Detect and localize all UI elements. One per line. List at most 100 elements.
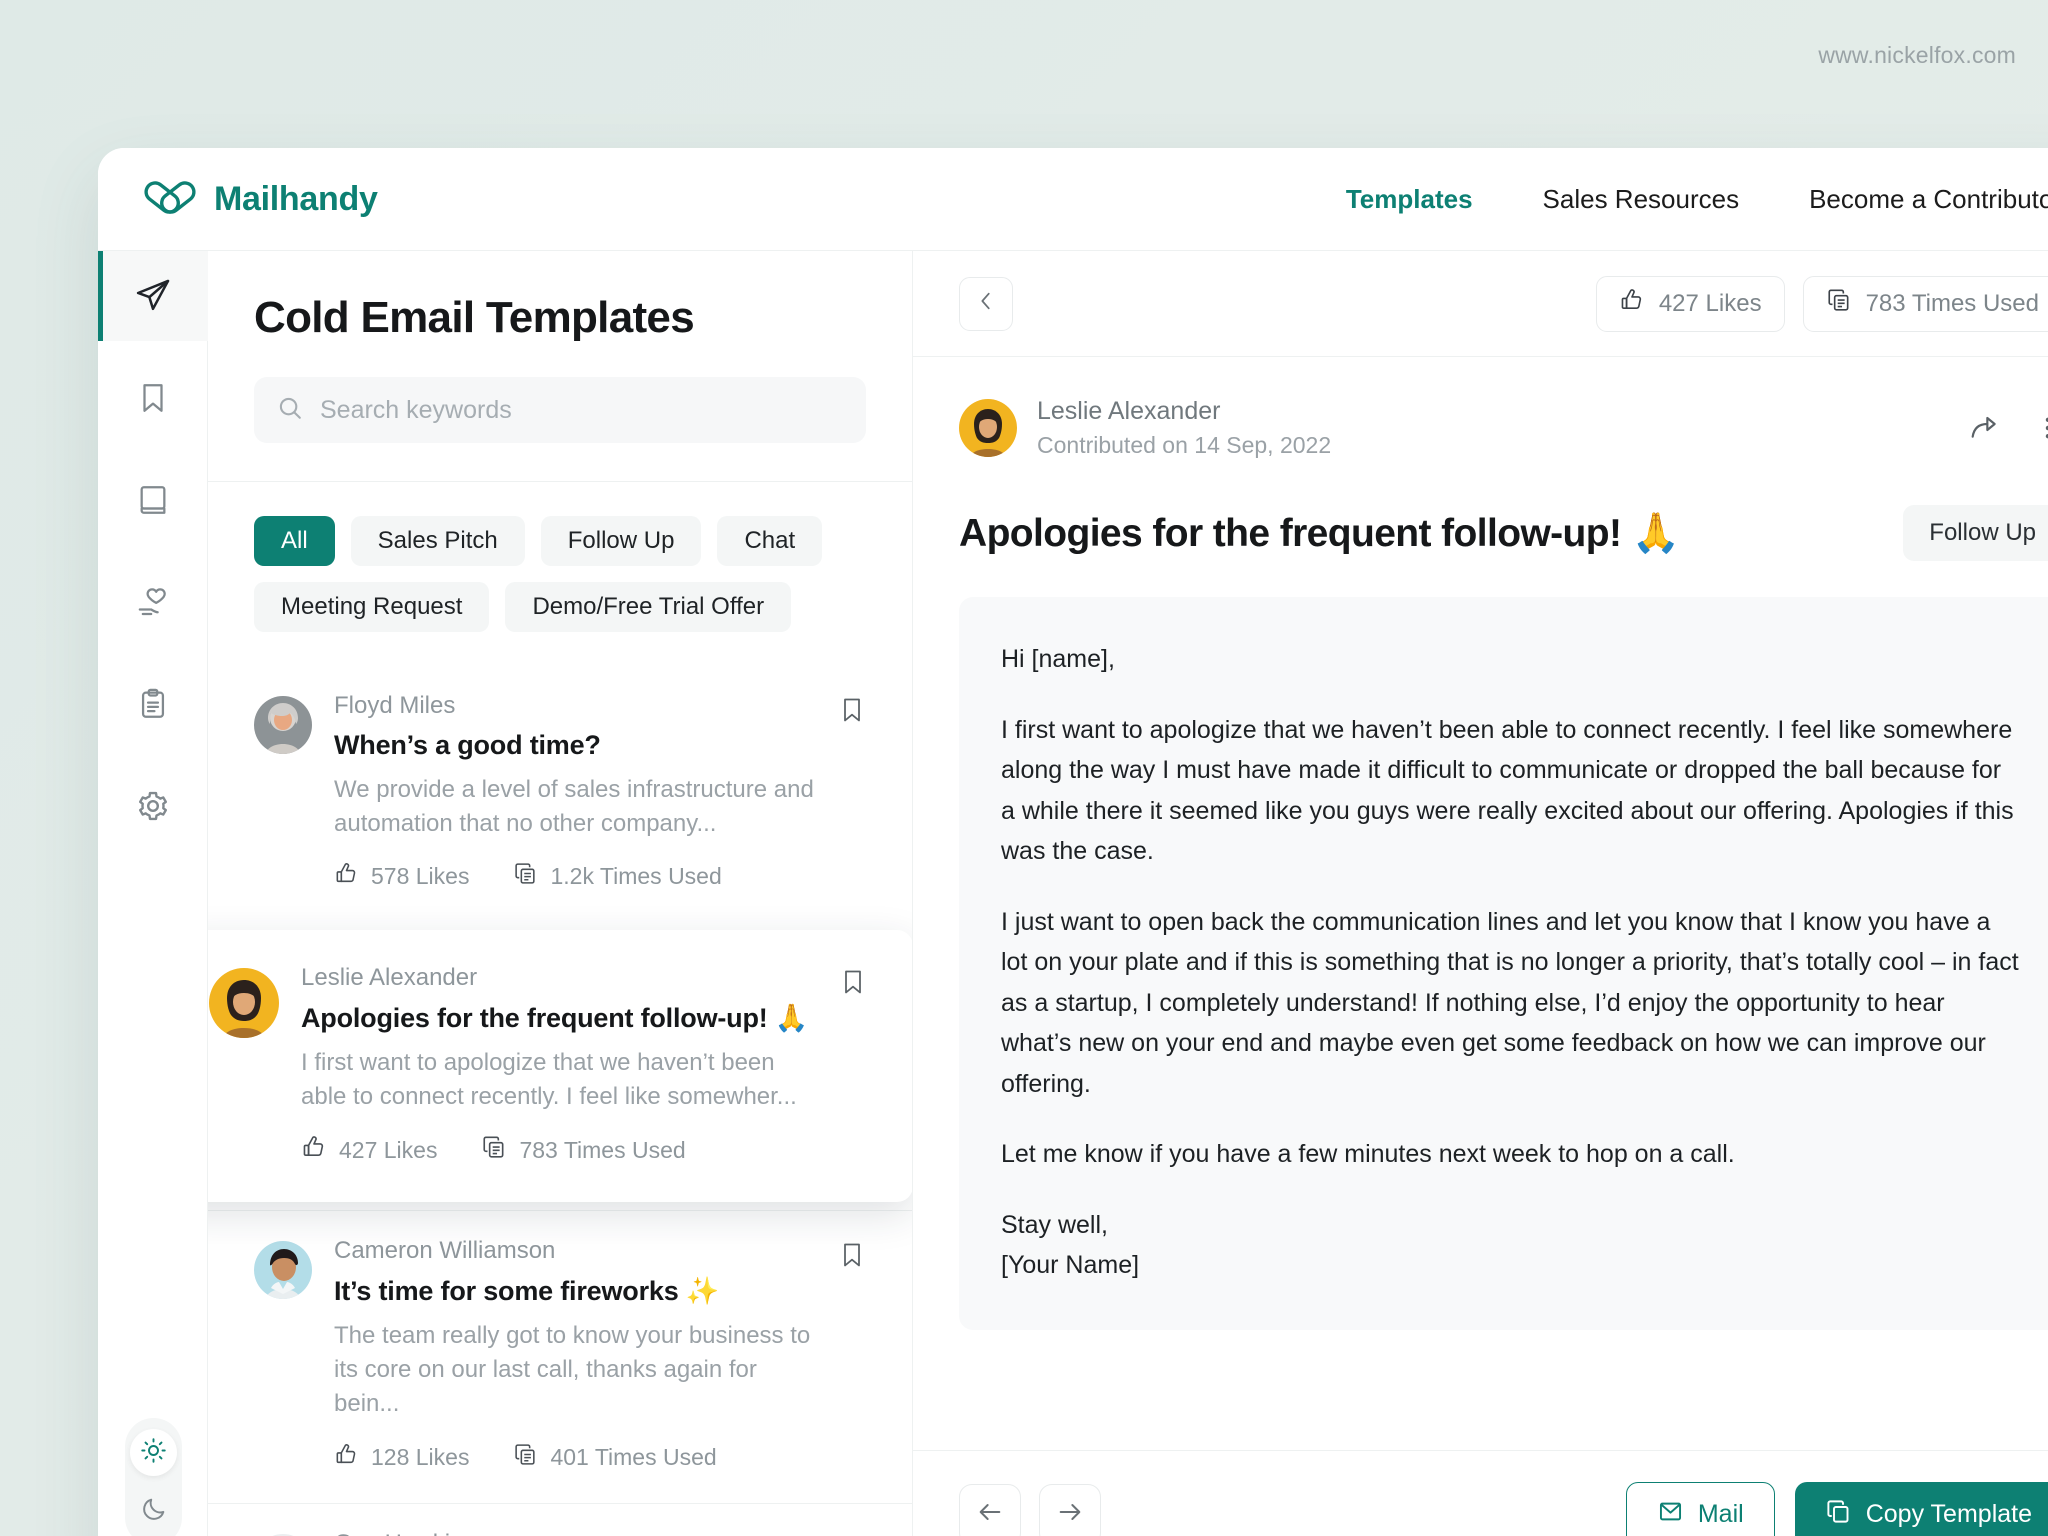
category-tag[interactable]: Follow Up [1903,505,2048,561]
copy-icon [1825,1498,1852,1532]
arrow-left-icon [976,1498,1004,1531]
list-item-body: Guy Hawkins [334,1530,816,1536]
watermark: www.nickelfox.com [1818,42,2016,68]
copy-icon [1826,287,1852,320]
likes-count: 128 Likes [371,1443,470,1470]
email-paragraph-2: I just want to open back the communicati… [1001,907,2019,1098]
previous-template-button[interactable] [959,1483,1021,1536]
author-name: Leslie Alexander [1037,397,1221,425]
nav-link-sales-resources[interactable]: Sales Resources [1508,184,1775,215]
chip-sales-pitch[interactable]: Sales Pitch [350,516,525,566]
chip-all[interactable]: All [254,516,335,566]
templates-list-panel: Cold Email Templates All Sa [208,251,913,1536]
bookmark-button[interactable] [839,964,867,1166]
theme-dark-button[interactable] [130,1488,177,1535]
likes-stat: 578 Likes [334,861,469,892]
email-signoff: Stay well, [1001,1210,1108,1239]
times-used-count: 401 Times Used [550,1443,717,1470]
app-body: Cold Email Templates All Sa [98,251,2048,1536]
mailhandy-logo-icon [142,177,198,222]
copy-icon [513,861,538,892]
bookmark-icon [838,1243,866,1273]
list-item-subject: It’s time for some fireworks ✨ [334,1276,720,1307]
list-item-body: Floyd Miles When’s a good time? We provi… [334,692,816,892]
thumbs-up-icon [334,861,359,892]
detail-actions [1968,412,2048,444]
copy-template-label: Copy Template [1865,1500,2032,1528]
list-item[interactable]: Cameron Williamson It’s time for some fi… [208,1210,912,1503]
search-bar[interactable] [254,377,866,443]
moon-icon [140,1495,168,1528]
next-template-button[interactable] [1039,1483,1101,1536]
likes-pill[interactable]: 427 Likes [1595,275,1785,332]
list-item-selected[interactable]: Leslie Alexander Apologies for the frequ… [208,930,912,1203]
brand-logo[interactable]: Mailhandy [142,177,378,222]
filter-chips: All Sales Pitch Follow Up Chat Meeting R… [208,482,912,666]
search-icon [276,394,304,427]
list-item-subject: When’s a good time? [334,730,601,760]
chip-demo-free-trial-offer[interactable]: Demo/Free Trial Offer [505,582,792,632]
template-detail-panel: 427 Likes 783 Times Used Leslie Alexande… [913,251,2048,1536]
avatar [254,1241,312,1300]
times-used-count: 1.2k Times Used [550,863,722,890]
avatar [209,968,279,1039]
chip-follow-up[interactable]: Follow Up [540,516,702,566]
theme-light-button[interactable] [130,1429,177,1476]
list-item[interactable]: Guy Hawkins [208,1502,912,1536]
footer-actions: Mail Copy Template [1625,1481,2048,1536]
times-used-count: 783 Times Used [519,1136,686,1163]
page-title: Cold Email Templates [254,293,695,342]
bookmark-button[interactable] [838,1237,866,1472]
heart-hand-icon [135,584,171,620]
list-item-stats: 427 Likes 783 Times Used [301,1134,817,1166]
author-contributed-date: Contributed on 14 Sep, 2022 [1037,432,1332,458]
list-item-stats: 578 Likes 1.2k Times Used [334,861,816,892]
list-header: Cold Email Templates [208,251,912,481]
top-navbar: Mailhandy Templates Sales Resources Beco… [98,148,2048,251]
likes-stat: 128 Likes [334,1442,469,1473]
bookmark-button[interactable] [838,692,866,892]
email-paragraph-3: Let me know if you have a few minutes ne… [1001,1140,1735,1168]
detail-title-row: Apologies for the frequent follow-up! 🙏 … [959,505,2048,561]
list-item-stats: 128 Likes 401 Times Used [334,1442,816,1473]
rail-item-settings[interactable] [98,761,208,851]
mail-button[interactable]: Mail [1625,1481,1775,1536]
author-row: Leslie Alexander Contributed on 14 Sep, … [959,397,2048,459]
times-used-stat: 783 Times Used [481,1134,686,1166]
list-item-body: Cameron Williamson It’s time for some fi… [334,1237,816,1472]
bookmark-icon [839,970,867,1000]
detail-content: Leslie Alexander Contributed on 14 Sep, … [913,357,2048,1450]
thumbs-up-icon [301,1134,327,1166]
email-paragraph-1: I first want to apologize that we haven’… [1001,715,2014,866]
chip-meeting-request[interactable]: Meeting Request [254,582,490,632]
avatar [959,399,1017,457]
theme-toggle[interactable] [125,1418,182,1536]
list-item-author: Guy Hawkins [334,1530,816,1536]
chip-chat[interactable]: Chat [717,516,823,566]
email-greeting: Hi [name], [1001,645,1115,673]
rail-item-send[interactable] [98,251,208,341]
search-input[interactable] [320,395,844,425]
rail-item-favorites[interactable] [98,557,208,647]
detail-title: Apologies for the frequent follow-up! 🙏 [959,512,1680,555]
clipboard-icon [136,687,170,721]
likes-count: 427 Likes [339,1136,438,1163]
nav-link-templates[interactable]: Templates [1311,184,1508,215]
thumbs-up-icon [1619,287,1645,320]
rail-item-bookmark[interactable] [98,353,208,443]
author-meta: Leslie Alexander Contributed on 14 Sep, … [1037,397,1331,459]
book-icon [136,483,170,517]
rail-item-clipboard[interactable] [98,659,208,749]
list-item[interactable]: Floyd Miles When’s a good time? We provi… [208,666,912,923]
times-used-stat: 1.2k Times Used [513,861,722,892]
sun-icon [140,1437,167,1469]
times-used-pill[interactable]: 783 Times Used [1802,275,2048,332]
back-button[interactable] [959,276,1013,331]
share-icon[interactable] [1968,412,2000,444]
more-vertical-icon[interactable] [2034,414,2048,442]
templates-list[interactable]: Floyd Miles When’s a good time? We provi… [208,666,912,1536]
rail-item-book[interactable] [98,455,208,545]
copy-template-button[interactable]: Copy Template [1794,1481,2048,1536]
nav-link-become-a-contributor[interactable]: Become a Contributor [1774,184,2048,215]
bookmark-button[interactable] [838,1530,866,1536]
